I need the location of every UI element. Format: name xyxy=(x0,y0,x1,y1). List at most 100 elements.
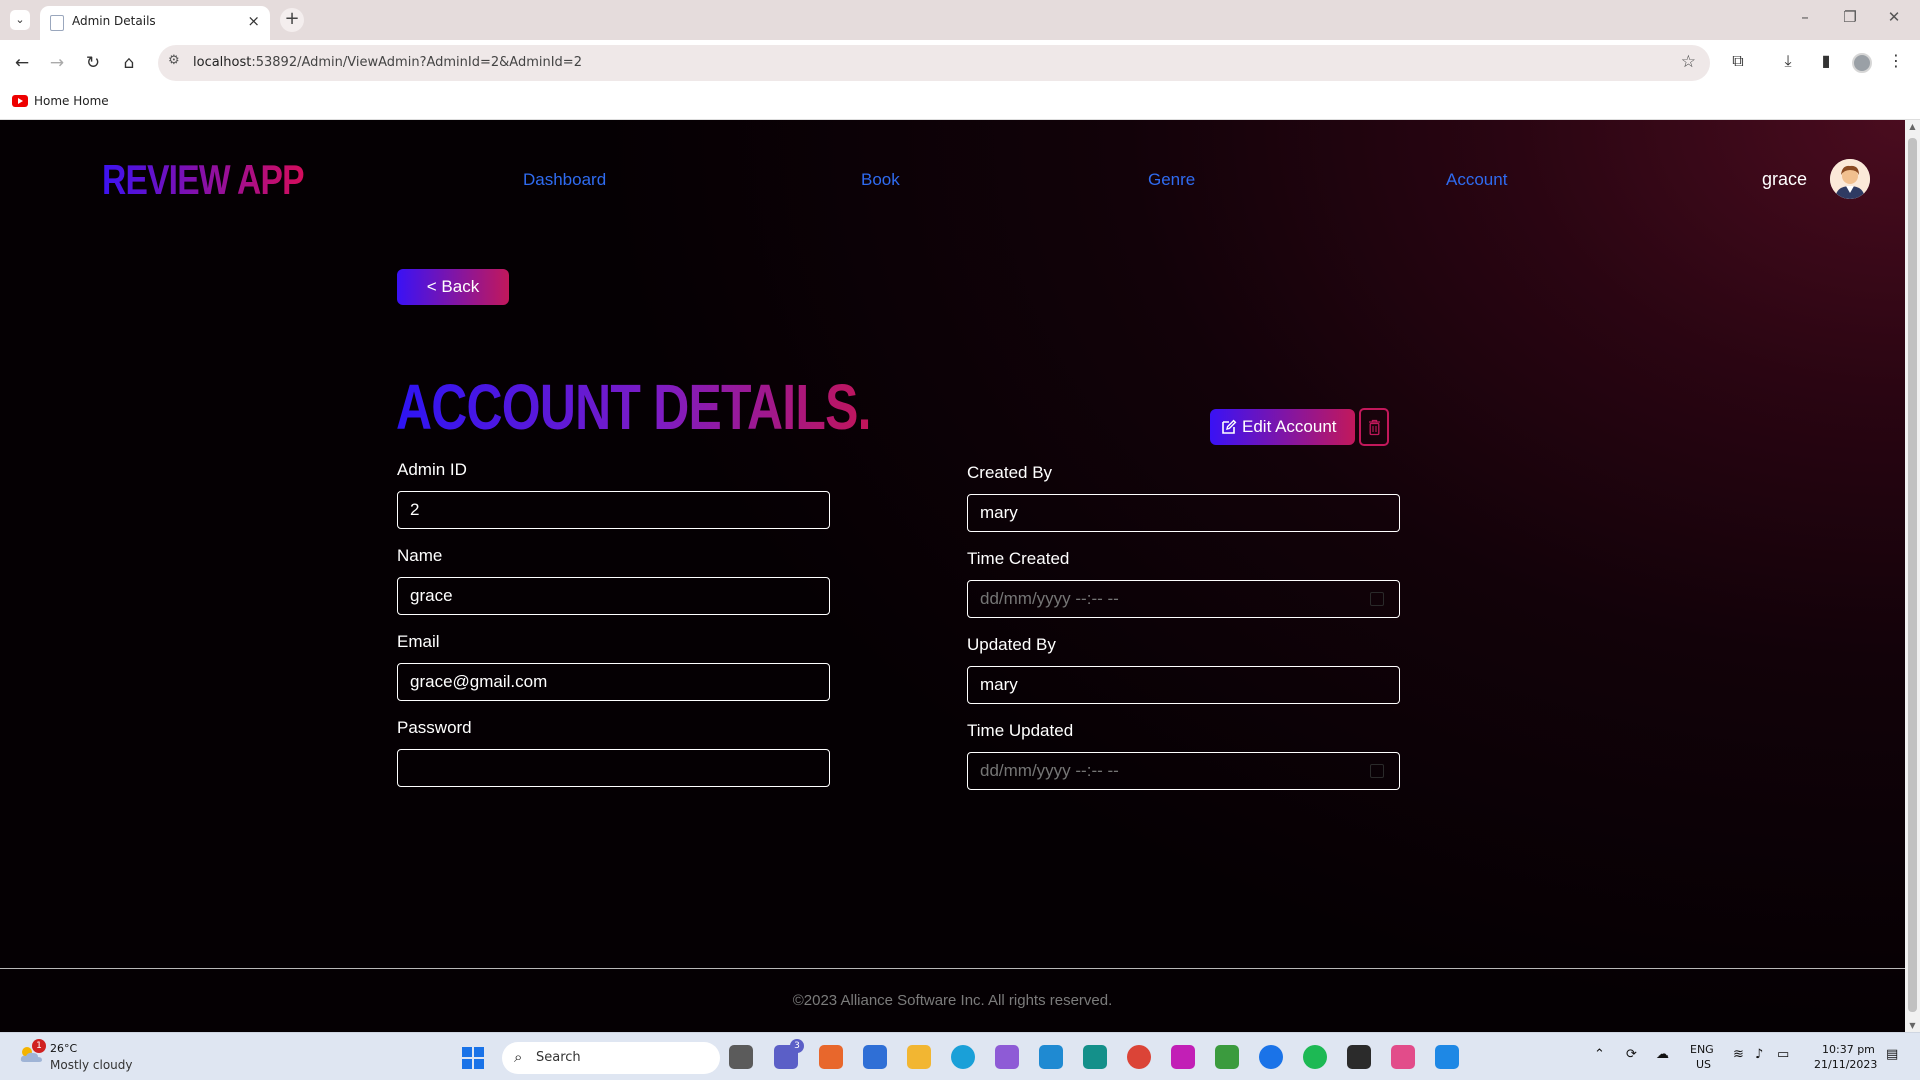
page-scrollbar[interactable]: ▲ ▼ xyxy=(1905,120,1920,1032)
clock-time[interactable]: 10:37 pm xyxy=(1822,1043,1875,1056)
maps-icon[interactable] xyxy=(1259,1045,1283,1069)
window-close-button[interactable]: ✕ xyxy=(1874,8,1914,26)
sync-icon[interactable]: ⟳ xyxy=(1626,1047,1637,1062)
weather-temperature: 26°C xyxy=(50,1042,78,1055)
forward-arrow-icon[interactable]: → xyxy=(44,50,70,76)
bookmark-star-icon[interactable]: ☆ xyxy=(1681,52,1696,72)
task-view-icon[interactable] xyxy=(729,1045,753,1069)
notepad-plus-icon[interactable] xyxy=(1215,1045,1239,1069)
address-bar[interactable]: ⚙ localhost:53892/Admin/ViewAdmin?AdminI… xyxy=(158,45,1710,81)
language-bottom[interactable]: US xyxy=(1696,1058,1711,1071)
password-field[interactable] xyxy=(397,749,830,787)
search-icon: ⌕ xyxy=(514,1048,523,1066)
name-label: Name xyxy=(397,546,443,565)
browser-tab[interactable]: Admin Details × xyxy=(40,6,270,40)
edit-account-label: Edit Account xyxy=(1242,417,1337,436)
admin-id-field[interactable] xyxy=(397,491,830,529)
time-created-field[interactable] xyxy=(967,580,1400,618)
scroll-up-icon[interactable]: ▲ xyxy=(1905,122,1920,131)
weather-badge: 1 xyxy=(32,1039,46,1053)
wifi-icon[interactable]: ≋ xyxy=(1733,1047,1744,1062)
created-by-label: Created By xyxy=(967,463,1053,482)
delete-account-button[interactable] xyxy=(1359,408,1389,446)
page-icon xyxy=(50,15,64,31)
home-icon[interactable]: ⌂ xyxy=(116,50,142,76)
taskbar-search[interactable]: ⌕ Search xyxy=(502,1042,720,1074)
battery-icon[interactable]: ▭ xyxy=(1777,1047,1789,1062)
admin-id-label: Admin ID xyxy=(397,460,467,479)
notepad-icon[interactable] xyxy=(1435,1045,1459,1069)
time-updated-field[interactable] xyxy=(967,752,1400,790)
time-created-label: Time Created xyxy=(967,549,1070,568)
nav-genre[interactable]: Genre xyxy=(1148,170,1195,190)
store-icon[interactable] xyxy=(863,1045,887,1069)
page-content: REVIEW APP Dashboard Book Genre Account … xyxy=(0,120,1905,1032)
updated-by-field[interactable] xyxy=(967,666,1400,704)
chrome-icon[interactable] xyxy=(1127,1045,1151,1069)
file-explorer-icon[interactable] xyxy=(907,1045,931,1069)
url-text: localhost:53892/Admin/ViewAdmin?AdminId=… xyxy=(193,55,582,70)
side-panel-icon[interactable]: ▮ xyxy=(1814,51,1838,70)
app-logo[interactable]: REVIEW APP xyxy=(102,156,305,204)
tray-overflow-icon[interactable]: ⌃ xyxy=(1594,1047,1605,1062)
download-icon[interactable]: ⤓ xyxy=(1776,51,1800,71)
extensions-icon[interactable]: ⧉ xyxy=(1726,51,1750,71)
tab-search-button[interactable]: ⌄ xyxy=(10,10,30,30)
password-label: Password xyxy=(397,718,472,737)
page-title: ACCOUNT DETAILS. xyxy=(396,371,871,443)
edge-icon[interactable] xyxy=(951,1045,975,1069)
snipping-tool-icon[interactable] xyxy=(1391,1045,1415,1069)
tab-title: Admin Details xyxy=(72,14,156,28)
menu-icon[interactable]: ⋮ xyxy=(1884,51,1908,70)
new-tab-button[interactable]: + xyxy=(280,8,304,32)
volume-icon[interactable]: ♪ xyxy=(1755,1047,1763,1062)
user-avatar[interactable] xyxy=(1830,159,1870,199)
minimize-button[interactable]: – xyxy=(1785,8,1825,26)
notification-icon[interactable]: ▤ xyxy=(1886,1047,1898,1062)
reload-icon[interactable]: ↻ xyxy=(80,50,106,76)
cloud-icon[interactable]: ☁ xyxy=(1656,1047,1669,1062)
bookmarks-bar: Home Home xyxy=(0,86,1920,120)
youtube-icon xyxy=(12,95,28,107)
bookmark-home[interactable]: Home Home xyxy=(34,94,109,108)
trash-icon xyxy=(1369,419,1380,436)
user-name: grace xyxy=(1762,169,1808,189)
arduino-icon[interactable] xyxy=(1083,1045,1107,1069)
language-top[interactable]: ENG xyxy=(1690,1043,1714,1056)
profile-avatar[interactable] xyxy=(1852,53,1872,73)
taskbar: 1 26°C Mostly cloudy ⌕ Search 3 ⌃ ⟳ ☁ EN… xyxy=(0,1032,1920,1080)
xampp-icon[interactable] xyxy=(819,1045,843,1069)
terminal-icon[interactable] xyxy=(1347,1045,1371,1069)
nav-account[interactable]: Account xyxy=(1446,170,1507,190)
scroll-down-icon[interactable]: ▼ xyxy=(1905,1021,1920,1030)
footer-divider xyxy=(0,968,1905,969)
person-icon xyxy=(1830,159,1870,199)
site-info-icon[interactable]: ⚙ xyxy=(168,53,180,68)
clock-date[interactable]: 21/11/2023 xyxy=(1814,1058,1877,1071)
app-w-icon[interactable] xyxy=(1171,1045,1195,1069)
calendar-icon[interactable] xyxy=(1370,592,1384,606)
time-updated-label: Time Updated xyxy=(967,721,1074,740)
updated-by-label: Updated By xyxy=(967,635,1056,654)
teams-badge: 3 xyxy=(790,1039,804,1053)
email-label: Email xyxy=(397,632,440,651)
windows-start-icon[interactable] xyxy=(462,1047,484,1069)
restore-button[interactable]: ❐ xyxy=(1830,8,1870,26)
back-arrow-icon[interactable]: ← xyxy=(9,50,35,76)
visual-studio-icon[interactable] xyxy=(995,1045,1019,1069)
weather-description: Mostly cloudy xyxy=(50,1058,133,1072)
back-button[interactable]: < Back xyxy=(397,269,509,305)
spotify-icon[interactable] xyxy=(1303,1045,1327,1069)
edit-account-button[interactable]: Edit Account xyxy=(1210,409,1355,445)
nav-book[interactable]: Book xyxy=(861,170,900,190)
calendar-icon[interactable] xyxy=(1370,764,1384,778)
email-field[interactable] xyxy=(397,663,830,701)
nav-dashboard[interactable]: Dashboard xyxy=(523,170,606,190)
browser-tab-bar: ⌄ Admin Details × + – ❐ ✕ xyxy=(0,0,1920,40)
vscode-icon[interactable] xyxy=(1039,1045,1063,1069)
scroll-thumb[interactable] xyxy=(1908,138,1917,1012)
search-label: Search xyxy=(536,1050,581,1065)
created-by-field[interactable] xyxy=(967,494,1400,532)
name-field[interactable] xyxy=(397,577,830,615)
close-icon[interactable]: × xyxy=(247,12,260,30)
